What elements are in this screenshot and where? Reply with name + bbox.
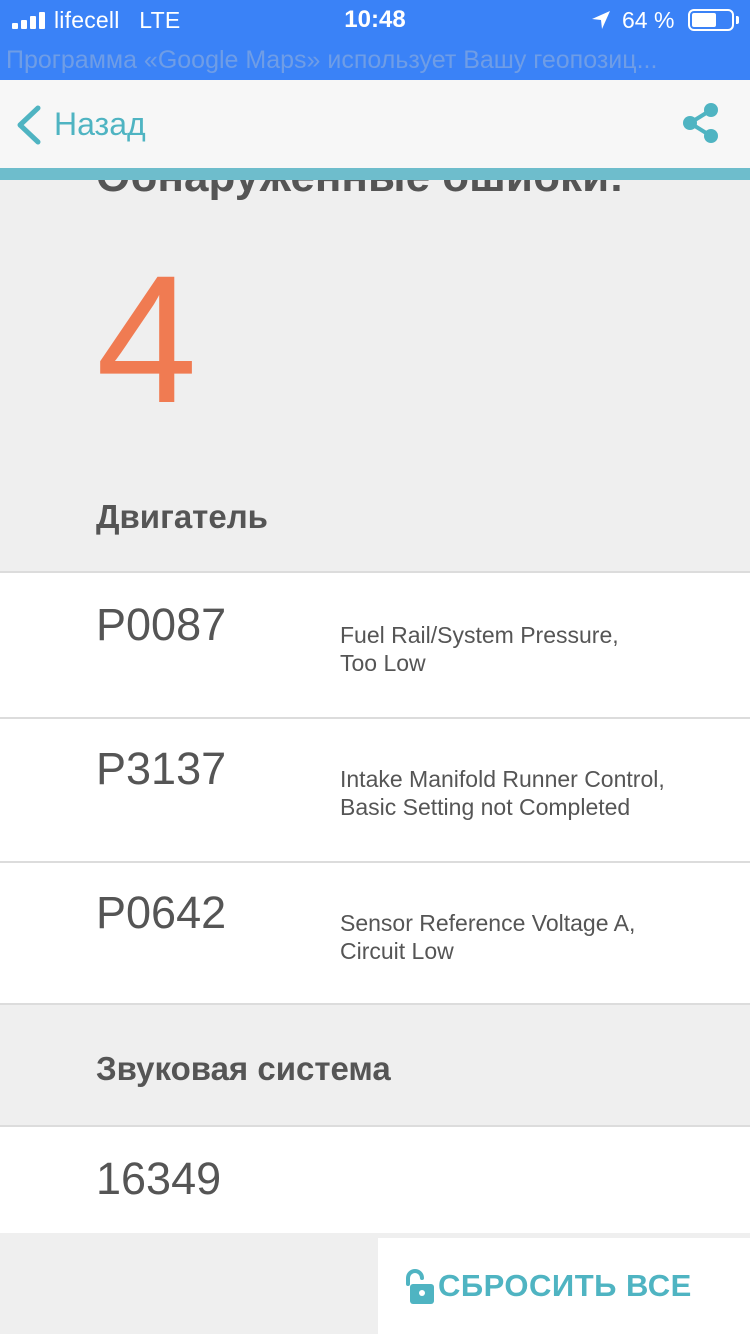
reset-all-button[interactable]: СБРОСИТЬ ВСЕ <box>378 1238 750 1334</box>
list-item[interactable]: P0642 Sensor Reference Voltage A, Circui… <box>0 861 750 1005</box>
status-row: lifecell LTE 10:48 64 % <box>0 0 750 40</box>
status-bar: lifecell LTE 10:48 64 % Программа «Googl… <box>0 0 750 80</box>
error-code: P3137 <box>96 743 227 794</box>
unlock-icon <box>406 1269 434 1304</box>
battery-icon <box>688 9 734 31</box>
engine-code-list: P0087 Fuel Rail/System Pressure, Too Low… <box>0 571 750 1005</box>
error-description: Fuel Rail/System Pressure, Too Low <box>340 622 619 676</box>
reset-all-label: СБРОСИТЬ ВСЕ <box>438 1268 692 1303</box>
nav-bar: Назад <box>0 80 750 168</box>
error-code: P0087 <box>96 599 227 650</box>
battery-percent: 64 % <box>622 7 675 33</box>
list-item[interactable]: P0087 Fuel Rail/System Pressure, Too Low <box>0 573 750 717</box>
share-button[interactable] <box>678 100 724 146</box>
errors-title: Обнаруженные ошибки: <box>96 180 624 202</box>
audio-code-list: 16349 <box>0 1125 750 1233</box>
error-description: Intake Manifold Runner Control, Basic Se… <box>340 766 665 820</box>
battery-fill <box>692 13 716 27</box>
section-title-audio: Звуковая система <box>96 1050 391 1087</box>
error-code: 16349 <box>96 1153 222 1204</box>
nav-accent-line <box>0 168 750 180</box>
list-item[interactable]: 16349 <box>0 1127 750 1233</box>
back-label: Назад <box>54 106 146 142</box>
chevron-left-icon <box>17 105 41 145</box>
battery-tip <box>736 16 739 24</box>
errors-count: 4 <box>96 237 198 441</box>
section-title-engine: Двигатель <box>96 498 268 535</box>
location-banner[interactable]: Программа «Google Maps» использует Вашу … <box>0 40 750 80</box>
error-code: P0642 <box>96 887 227 938</box>
location-arrow-icon <box>592 11 610 29</box>
list-item[interactable]: P3137 Intake Manifold Runner Control, Ba… <box>0 717 750 861</box>
share-icon <box>683 103 718 143</box>
divider <box>0 1003 750 1005</box>
error-description: Sensor Reference Voltage A, Circuit Low <box>340 910 636 964</box>
back-button[interactable]: Назад <box>14 102 174 148</box>
screen: lifecell LTE 10:48 64 % Программа «Googl… <box>0 0 750 1334</box>
content-scroll[interactable]: Обнаруженные ошибки: 4 Двигатель P0087 F… <box>0 180 750 1334</box>
